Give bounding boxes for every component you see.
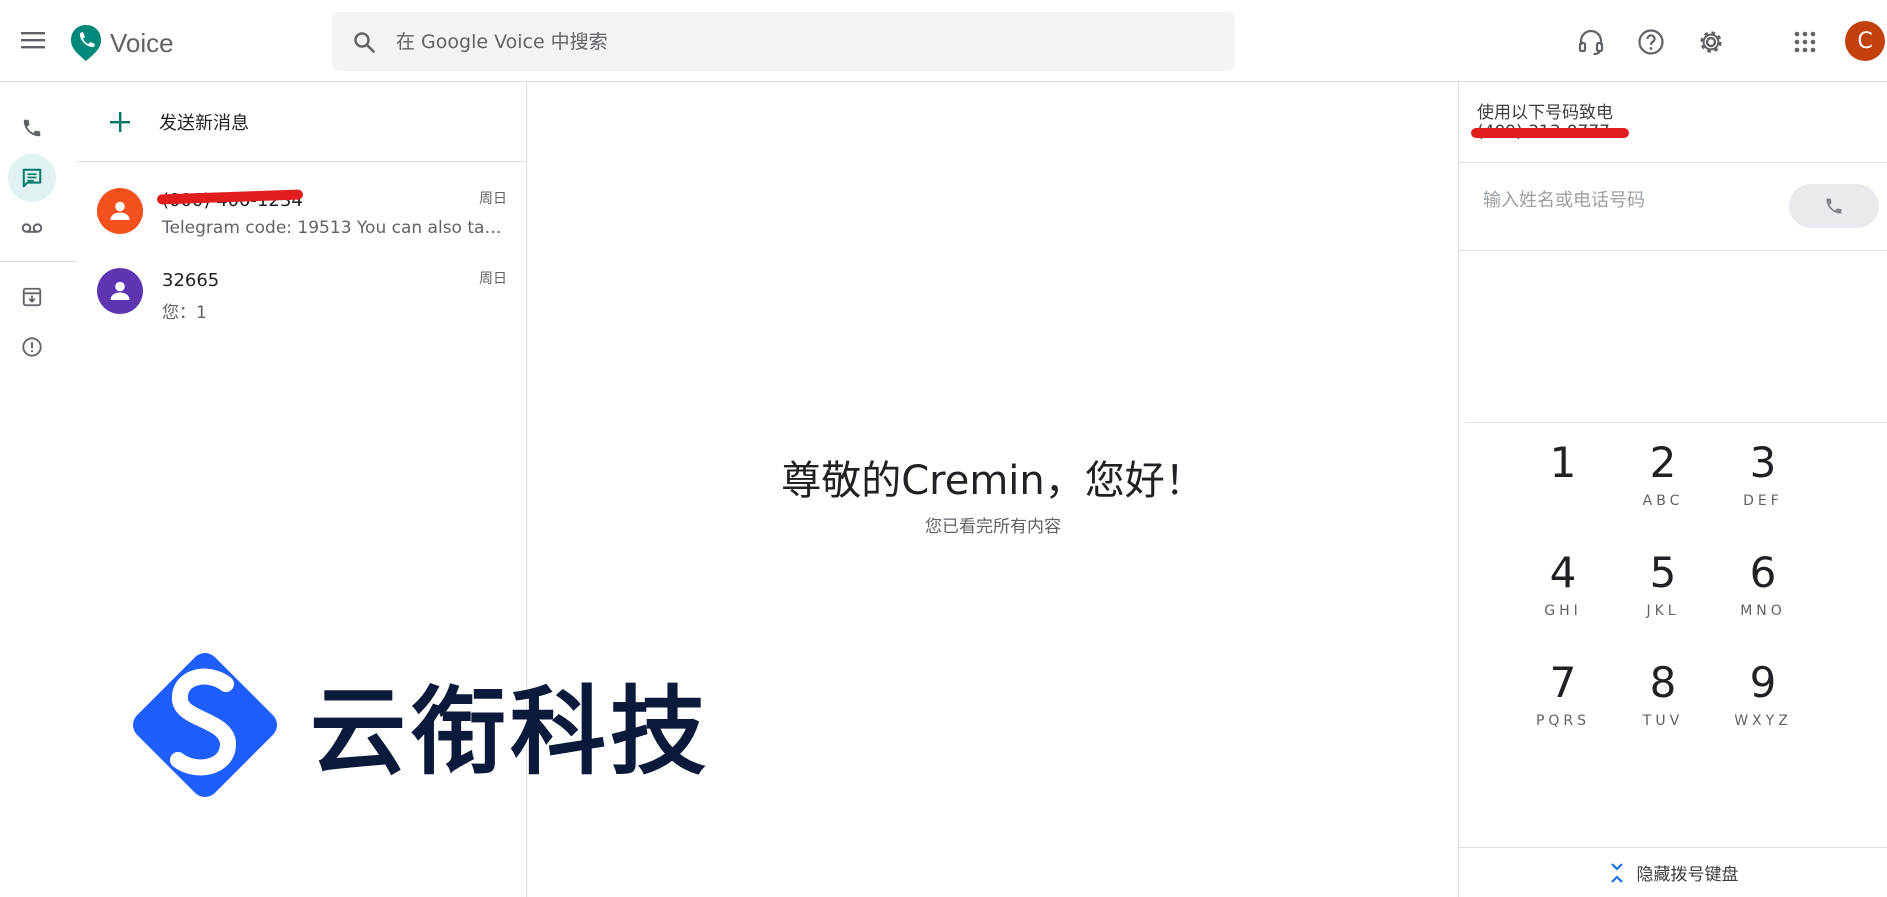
key-number: 2 bbox=[1649, 438, 1677, 487]
search-button[interactable] bbox=[346, 24, 382, 60]
redaction-mark bbox=[1471, 128, 1629, 138]
key-number: 5 bbox=[1649, 548, 1677, 597]
menu-icon bbox=[21, 32, 45, 49]
nav-voicemail[interactable] bbox=[8, 204, 56, 252]
headset-icon bbox=[1578, 29, 1604, 55]
search-input[interactable] bbox=[396, 30, 1196, 53]
key-number: 9 bbox=[1749, 658, 1777, 707]
new-message-button[interactable]: 发送新消息 bbox=[77, 82, 527, 162]
all-caught-up-text: 您已看完所有内容 bbox=[925, 517, 1061, 537]
key-letters: ABC bbox=[1642, 493, 1684, 509]
person-icon bbox=[110, 281, 130, 300]
nav-divider bbox=[0, 261, 77, 262]
person-icon bbox=[110, 201, 130, 220]
key-number: 8 bbox=[1649, 658, 1677, 707]
support-button[interactable] bbox=[1571, 22, 1611, 62]
gear-icon bbox=[1700, 31, 1722, 53]
key-number: 1 bbox=[1549, 438, 1577, 487]
key-9[interactable]: 9 WXYZ bbox=[1718, 657, 1808, 753]
search-bar[interactable] bbox=[332, 12, 1235, 71]
watermark-logo-icon bbox=[133, 653, 277, 797]
voice-logo[interactable]: Voice bbox=[70, 24, 174, 62]
key-6[interactable]: 6 MNO bbox=[1718, 547, 1808, 643]
phone-icon bbox=[23, 119, 41, 137]
key-number: 6 bbox=[1749, 548, 1777, 597]
app-header: Voice 在 Google Voice 中搜索 C bbox=[0, 0, 1887, 82]
phone-icon bbox=[1826, 198, 1842, 214]
new-message-label: 发送新消息 bbox=[159, 112, 249, 134]
search-icon bbox=[354, 31, 375, 53]
call-from-label: 使用以下号码致电 bbox=[1477, 103, 1613, 123]
dialer-divider bbox=[1459, 250, 1887, 251]
spam-icon bbox=[22, 337, 42, 357]
conversation-time: 周日 bbox=[479, 271, 507, 287]
voice-logo-icon bbox=[71, 25, 101, 61]
dialer-divider bbox=[1459, 162, 1887, 163]
key-letters: GHI bbox=[1544, 603, 1582, 619]
key-letters: JKL bbox=[1646, 603, 1680, 619]
call-button[interactable] bbox=[1789, 184, 1879, 228]
apps-button[interactable] bbox=[1785, 22, 1825, 62]
key-7[interactable]: 7 PQRS bbox=[1518, 657, 1608, 753]
help-button[interactable] bbox=[1631, 22, 1671, 62]
dial-input[interactable] bbox=[1483, 190, 1783, 211]
conversation-time: 周日 bbox=[479, 191, 507, 207]
plus-icon bbox=[105, 107, 135, 137]
key-letters: WXYZ bbox=[1734, 713, 1792, 729]
app-title: Voice bbox=[110, 27, 174, 58]
collapse-chevron-icon bbox=[1610, 862, 1623, 883]
key-letters: DEF bbox=[1743, 493, 1783, 509]
conversation-snippet: 您：1 bbox=[162, 303, 207, 323]
conversation-snippet: Telegram code: 19513 You can also tap o.… bbox=[162, 218, 512, 238]
key-8[interactable]: 8 TUV bbox=[1618, 657, 1708, 753]
hide-keypad-button[interactable]: 隐藏拨号键盘 bbox=[1459, 848, 1887, 897]
nav-rail bbox=[0, 82, 77, 897]
key-letters: PQRS bbox=[1535, 713, 1591, 729]
key-2[interactable]: 2 ABC bbox=[1618, 437, 1708, 533]
contact-avatar bbox=[97, 188, 143, 234]
nav-calls[interactable] bbox=[8, 104, 56, 152]
key-1[interactable]: 1 bbox=[1518, 437, 1608, 533]
help-icon bbox=[1638, 29, 1664, 55]
nav-messages[interactable] bbox=[8, 154, 56, 202]
conversation-item[interactable]: (000) 400-1234 周日 Telegram code: 19513 Y… bbox=[77, 172, 527, 252]
key-4[interactable]: 4 GHI bbox=[1518, 547, 1608, 643]
hide-keypad-label: 隐藏拨号键盘 bbox=[1636, 865, 1739, 885]
message-icon bbox=[22, 168, 42, 188]
key-letters: MNO bbox=[1740, 603, 1786, 619]
apps-grid-icon bbox=[1794, 31, 1816, 53]
account-avatar[interactable]: C bbox=[1845, 21, 1885, 61]
keypad-divider bbox=[1465, 422, 1887, 423]
conversation-item[interactable]: 32665 周日 您：1 bbox=[77, 252, 527, 332]
key-letters: TUV bbox=[1642, 713, 1684, 729]
watermark-text: 云衔科技 bbox=[310, 675, 710, 788]
nav-archive[interactable] bbox=[8, 273, 56, 321]
archive-icon bbox=[22, 287, 42, 307]
settings-button[interactable] bbox=[1691, 22, 1731, 62]
watermark: 云衔科技 bbox=[128, 648, 710, 798]
nav-spam[interactable] bbox=[8, 323, 56, 371]
key-number: 3 bbox=[1749, 438, 1777, 487]
voicemail-icon bbox=[21, 223, 43, 233]
key-number: 7 bbox=[1549, 658, 1577, 707]
key-5[interactable]: 5 JKL bbox=[1618, 547, 1708, 643]
greeting-heading: 尊敬的Cremin，您好！ bbox=[781, 458, 1205, 504]
dialer-panel: 使用以下号码致电 (409) 313-0777 1 2 ABC 3 DEF 4 … bbox=[1458, 82, 1887, 897]
key-3[interactable]: 3 DEF bbox=[1718, 437, 1808, 533]
key-number: 4 bbox=[1549, 548, 1577, 597]
main-menu-button[interactable] bbox=[14, 21, 52, 59]
contact-avatar bbox=[97, 268, 143, 314]
conversation-name: 32665 bbox=[162, 270, 220, 291]
